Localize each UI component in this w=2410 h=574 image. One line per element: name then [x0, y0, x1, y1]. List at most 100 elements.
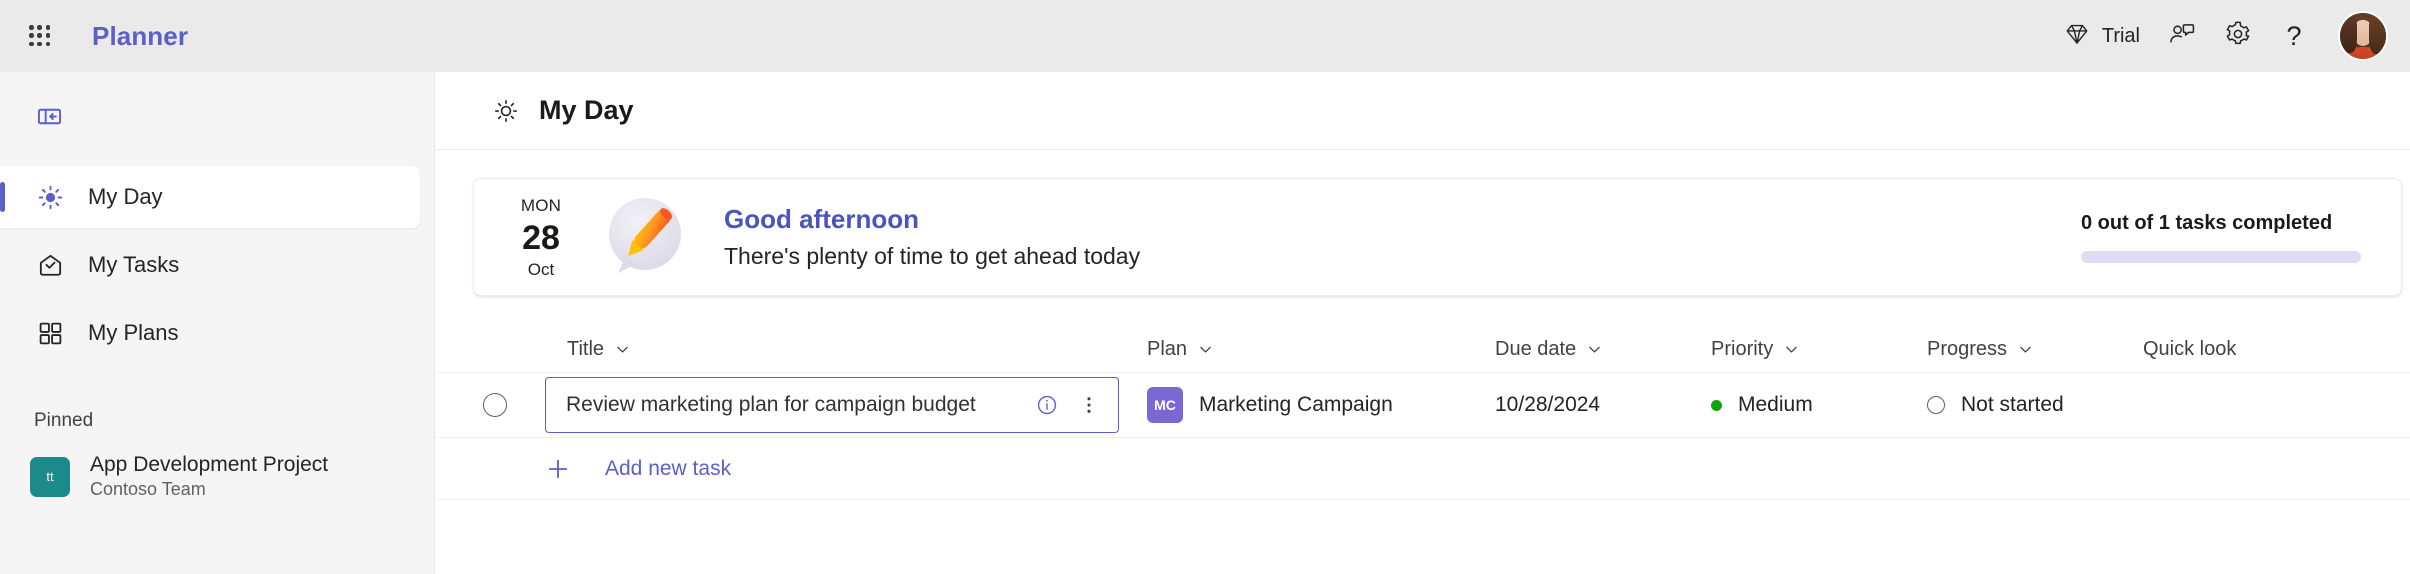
task-due-date-cell[interactable]: 10/28/2024	[1473, 393, 1689, 417]
table-row[interactable]: Review marketing plan for campaign budge…	[435, 372, 2410, 438]
pinned-texts: App Development Project Contoso Team	[90, 452, 328, 501]
settings-button[interactable]	[2212, 10, 2264, 62]
task-priority-cell[interactable]: Medium	[1689, 393, 1905, 417]
chevron-down-icon	[2020, 346, 2031, 353]
avatar-hair-left	[2340, 16, 2357, 53]
pinned-plan-title: App Development Project	[90, 453, 329, 476]
sun-icon	[491, 96, 521, 126]
date-stack: MON 28 Oct	[510, 197, 572, 278]
add-new-task-label: Add new task	[605, 456, 732, 480]
help-button[interactable]: ?	[2268, 10, 2320, 62]
waffle-icon	[29, 25, 51, 47]
task-plan-cell[interactable]: MC Marketing Campaign	[1125, 387, 1473, 423]
banner-area: MON 28 Oct Good afternoon There's plenty…	[435, 150, 2410, 296]
sidebar-item-my-plans[interactable]: My Plans	[0, 302, 420, 364]
app-body: My Day My Tasks My Plans Pinned tt App D…	[0, 72, 2410, 574]
task-title-cell: Review marketing plan for campaign budge…	[545, 377, 1125, 433]
priority-dot-icon	[1711, 399, 1722, 411]
chevron-down-icon	[617, 346, 628, 353]
task-complete-cell	[473, 393, 545, 417]
task-priority: Medium	[1738, 393, 1813, 416]
sort-priority-button[interactable]: Priority	[1689, 338, 1800, 361]
collapse-navigation-button[interactable]	[26, 99, 72, 139]
sidebar-item-my-tasks[interactable]: My Tasks	[0, 234, 420, 296]
feedback-button[interactable]	[2156, 10, 2208, 62]
sidebar-item-my-day[interactable]: My Day	[0, 166, 420, 228]
task-title-actions	[1032, 390, 1104, 420]
sidebar-item-label: My Plans	[88, 320, 179, 345]
task-plan-name: Marketing Campaign	[1199, 393, 1393, 416]
header-label: Quick look	[2143, 337, 2237, 360]
page-title: My Day	[539, 95, 634, 125]
diamond-icon	[2064, 21, 2090, 52]
sidebar-pinned-plan[interactable]: tt App Development Project Contoso Team	[0, 442, 420, 511]
task-progress-content: Not started	[1905, 393, 2121, 417]
pinned-plan-subtitle: Contoso Team	[90, 479, 206, 500]
avatar-hair-right	[2369, 15, 2386, 55]
task-due-date: 10/28/2024	[1495, 393, 1601, 416]
task-due-date-content: 10/28/2024	[1473, 393, 1689, 417]
task-priority-content: Medium	[1689, 393, 1905, 417]
header-cell-quick-look: Quick look	[2121, 338, 2410, 361]
task-plan-content: MC Marketing Campaign	[1125, 387, 1473, 423]
header-cell-title: Title	[545, 338, 1125, 361]
progress-not-started-icon	[1927, 396, 1945, 414]
pinned-section-header: Pinned	[34, 410, 94, 431]
help-icon: ?	[2286, 20, 2302, 51]
greeting-subtext: There's plenty of time to get ahead toda…	[724, 243, 1141, 270]
sort-due-date-button[interactable]: Due date	[1473, 338, 1603, 361]
greeting-block: Good afternoon There's plenty of time to…	[724, 203, 1140, 271]
more-options-icon[interactable]	[1074, 390, 1104, 420]
chevron-down-icon	[1786, 346, 1797, 353]
header-cell-due-date: Due date	[1473, 338, 1689, 361]
plan-avatar: MC	[1147, 387, 1183, 423]
sidebar-item-label: My Tasks	[88, 252, 180, 277]
header-cell-priority: Priority	[1689, 338, 1905, 361]
collapse-row	[0, 90, 434, 148]
app-brand-planner[interactable]: Planner	[92, 21, 188, 52]
avatar[interactable]	[2338, 11, 2388, 61]
add-task-row: Add new task	[435, 438, 2410, 500]
trial-button[interactable]: Trial	[2052, 10, 2152, 62]
sort-progress-button[interactable]: Progress	[1905, 338, 2034, 361]
date-month: Oct	[527, 259, 555, 279]
panel-collapse-icon	[36, 103, 63, 135]
info-icon[interactable]	[1032, 390, 1062, 420]
sort-plan-button[interactable]: Plan	[1125, 338, 1214, 361]
table-header-row: Title Plan Due date Priority Progress Qu…	[435, 326, 2410, 372]
topbar-actions: Trial ?	[2052, 10, 2388, 62]
trial-label: Trial	[2101, 24, 2140, 47]
greeting-title: Good afternoon	[724, 203, 919, 234]
chevron-down-icon	[1200, 346, 1211, 353]
task-table: Title Plan Due date Priority Progress Qu…	[435, 326, 2410, 500]
planner-app: Planner Trial ? My Day My Tasks My Plans…	[0, 0, 2410, 574]
tasks-progress-bar	[2081, 250, 2361, 263]
greeting-illustration	[598, 190, 692, 284]
header-cell-plan: Plan	[1125, 338, 1473, 361]
top-navigation-bar: Planner Trial ?	[0, 0, 2410, 72]
sort-title-button[interactable]: Title	[545, 338, 631, 361]
page-header: My Day	[435, 72, 2410, 150]
header-label: Priority	[1711, 337, 1774, 360]
tasks-progress-block: 0 out of 1 tasks completed	[2081, 212, 2367, 263]
header-cell-progress: Progress	[1905, 338, 2121, 361]
date-day-number: 28	[522, 218, 560, 257]
tasks-icon	[34, 249, 66, 281]
task-complete-checkbox[interactable]	[483, 393, 507, 417]
plus-icon	[545, 456, 571, 482]
header-label: Progress	[1927, 337, 2008, 360]
task-title-text: Review marketing plan for campaign budge…	[566, 393, 976, 416]
task-progress-cell[interactable]: Not started	[1905, 393, 2121, 417]
chevron-down-icon	[1589, 346, 1600, 353]
app-launcher-button[interactable]	[14, 10, 66, 62]
header-label: Due date	[1495, 337, 1577, 360]
main-content: My Day MON 28 Oct Good afternoon There's…	[434, 72, 2410, 574]
sidebar: My Day My Tasks My Plans Pinned tt App D…	[0, 72, 434, 574]
date-day-of-week: MON	[520, 195, 562, 215]
add-new-task-button[interactable]: Add new task	[531, 448, 749, 490]
header-label: Plan	[1147, 337, 1188, 360]
tasks-completed-label: 0 out of 1 tasks completed	[2081, 211, 2333, 234]
task-title-input[interactable]: Review marketing plan for campaign budge…	[545, 377, 1119, 433]
task-progress: Not started	[1961, 393, 2064, 416]
feedback-icon	[2168, 20, 2196, 53]
